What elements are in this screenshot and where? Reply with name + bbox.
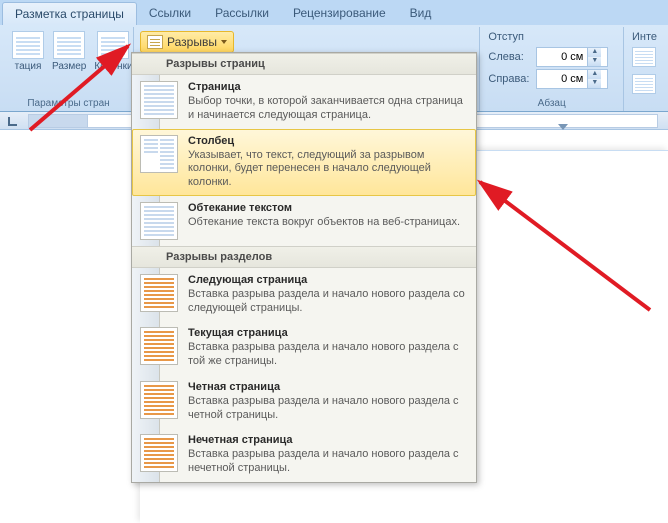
menu-item-title: Страница: [188, 81, 466, 93]
tab-selector-icon: [7, 115, 19, 127]
paragraph-group-label: Абзац: [480, 98, 623, 109]
ruler-margin-shade: [28, 114, 88, 128]
indent-right-spinner[interactable]: ▲▼: [536, 69, 608, 89]
tab-mailings[interactable]: Рассылки: [203, 2, 281, 25]
menu-header-section-breaks: Разрывы разделов: [132, 246, 476, 268]
spacing-after-icon[interactable]: [632, 74, 656, 94]
size-button[interactable]: Размер: [50, 29, 88, 74]
indent-group: Отступ Слева: ▲▼ Справа: ▲▼ Абзац: [480, 27, 624, 111]
indent-right-label: Справа:: [488, 73, 532, 85]
spacing-group: Инте: [624, 27, 664, 111]
menu-item-oddpage[interactable]: Нечетная страница Вставка разрыва раздел…: [132, 428, 476, 482]
menu-item-continuous[interactable]: Текущая страница Вставка разрыва раздела…: [132, 321, 476, 375]
menu-item-column[interactable]: Столбец Указывает, что текст, следующий …: [132, 129, 476, 196]
indent-left-spinner[interactable]: ▲▼: [536, 47, 608, 67]
orientation-button[interactable]: тация: [10, 29, 46, 74]
breaks-icon: [147, 35, 163, 49]
tab-page-layout[interactable]: Разметка страницы: [2, 2, 137, 25]
indent-right-input[interactable]: [537, 73, 587, 85]
orientation-label: тация: [15, 61, 42, 72]
indent-header: Отступ: [488, 31, 615, 43]
ruler-corner[interactable]: [2, 112, 24, 130]
menu-item-nextpage[interactable]: Следующая страница Вставка разрыва разде…: [132, 268, 476, 322]
menu-item-title: Текущая страница: [188, 327, 466, 339]
spin-down[interactable]: ▼: [587, 79, 601, 88]
menu-item-desc: Обтекание текста вокруг объектов на веб-…: [188, 216, 466, 230]
tab-view[interactable]: Вид: [398, 2, 444, 25]
spin-up[interactable]: ▲: [587, 70, 601, 79]
nextpage-break-icon: [140, 274, 178, 312]
textwrap-break-icon: [140, 202, 178, 240]
spacing-before-icon[interactable]: [632, 47, 656, 67]
columns-button[interactable]: Колонки: [92, 29, 134, 74]
size-label: Размер: [52, 61, 86, 72]
menu-item-title: Следующая страница: [188, 274, 466, 286]
oddpage-break-icon: [140, 434, 178, 472]
menu-item-title: Столбец: [188, 135, 466, 147]
menu-header-page-breaks: Разрывы страниц: [132, 53, 476, 75]
tab-references[interactable]: Ссылки: [137, 2, 203, 25]
spacing-header: Инте: [632, 31, 656, 43]
evenpage-break-icon: [140, 381, 178, 419]
ruler-right-indent-marker[interactable]: [558, 124, 568, 130]
menu-item-title: Нечетная страница: [188, 434, 466, 446]
menu-item-page[interactable]: Страница Выбор точки, в которой заканчив…: [132, 75, 476, 129]
menu-item-evenpage[interactable]: Четная страница Вставка разрыва раздела …: [132, 375, 476, 429]
tab-review[interactable]: Рецензирование: [281, 2, 398, 25]
breaks-button-label: Разрывы: [167, 35, 217, 49]
menu-item-desc: Вставка разрыва раздела и начало нового …: [188, 288, 466, 316]
menu-item-desc: Вставка разрыва раздела и начало нового …: [188, 448, 466, 476]
column-break-icon: [140, 135, 178, 173]
ribbon-tabs: Разметка страницы Ссылки Рассылки Реценз…: [0, 0, 668, 25]
menu-item-desc: Указывает, что текст, следующий за разры…: [188, 149, 466, 190]
indent-left-input[interactable]: [537, 51, 587, 63]
spin-up[interactable]: ▲: [587, 48, 601, 57]
menu-item-desc: Вставка разрыва раздела и начало нового …: [188, 341, 466, 369]
spin-down[interactable]: ▼: [587, 57, 601, 66]
page-setup-group-label: Параметры стран: [4, 98, 133, 109]
page-break-icon: [140, 81, 178, 119]
columns-icon: [97, 31, 129, 59]
menu-item-desc: Выбор точки, в которой заканчивается одн…: [188, 95, 466, 123]
continuous-break-icon: [140, 327, 178, 365]
size-icon: [53, 31, 85, 59]
menu-item-desc: Вставка разрыва раздела и начало нового …: [188, 395, 466, 423]
breaks-dropdown: Разрывы страниц Страница Выбор точки, в …: [131, 52, 477, 483]
breaks-button[interactable]: Разрывы: [140, 31, 234, 53]
menu-item-title: Четная страница: [188, 381, 466, 393]
indent-left-label: Слева:: [488, 51, 532, 63]
menu-item-textwrap[interactable]: Обтекание текстом Обтекание текста вокру…: [132, 196, 476, 246]
orientation-icon: [12, 31, 44, 59]
menu-item-title: Обтекание текстом: [188, 202, 466, 214]
columns-label: Колонки: [94, 61, 132, 72]
chevron-down-icon: [221, 40, 227, 44]
page-setup-group: тация Размер Колонки Параметры стран: [4, 27, 134, 111]
